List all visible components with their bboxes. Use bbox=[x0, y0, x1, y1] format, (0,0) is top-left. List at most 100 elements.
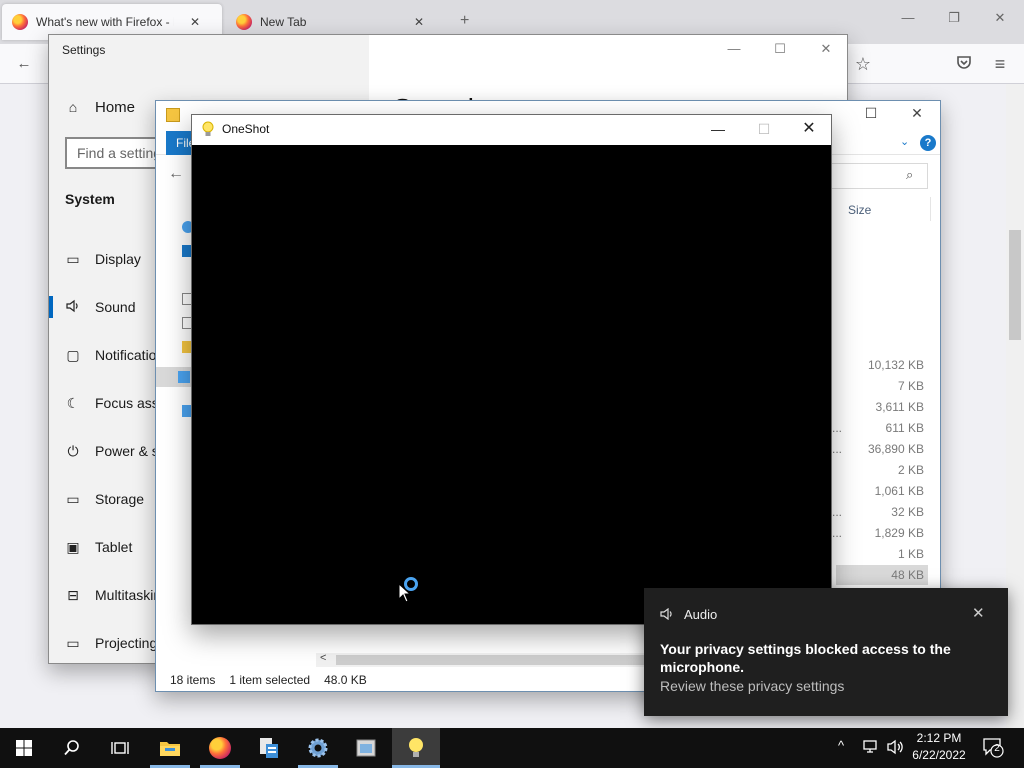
close-button[interactable]: ✕ bbox=[894, 105, 940, 127]
tablet-icon: ▣ bbox=[66, 538, 80, 555]
file-size: 611 KB bbox=[885, 421, 924, 435]
oneshot-window: OneShot — ☐ ✕ bbox=[191, 114, 832, 625]
sidebar-item-label: Tablet bbox=[95, 539, 133, 555]
display-icon: ▭ bbox=[66, 250, 80, 267]
close-icon[interactable]: ✕ bbox=[190, 15, 200, 29]
lightbulb-icon bbox=[409, 738, 423, 757]
search-icon bbox=[64, 740, 79, 756]
hamburger-menu-icon[interactable]: ≡ bbox=[990, 54, 1010, 74]
speaker-icon bbox=[660, 607, 674, 623]
help-icon[interactable]: ? bbox=[920, 135, 936, 151]
volume-icon[interactable] bbox=[886, 738, 904, 756]
window-title: Settings bbox=[62, 43, 106, 57]
selected-nav-item[interactable] bbox=[156, 367, 196, 387]
pocket-icon[interactable] bbox=[954, 54, 974, 74]
firefox-logo-icon bbox=[209, 737, 231, 759]
sidebar-item-storage[interactable]: ▭ Storage bbox=[65, 479, 144, 519]
file-size: 36,890 KB bbox=[867, 442, 924, 456]
power-icon: ⏻ bbox=[67, 442, 79, 459]
taskbar-clock[interactable]: 2:12 PM 6/22/2022 bbox=[908, 730, 970, 764]
sidebar-item-home[interactable]: ⌂ Home bbox=[65, 87, 135, 127]
section-heading: System bbox=[65, 191, 115, 207]
taskbar-firefox[interactable] bbox=[196, 728, 244, 768]
status-bar: 18 items 1 item selected 48.0 KB bbox=[170, 673, 367, 687]
close-button[interactable]: ✕ bbox=[786, 118, 832, 142]
file-size: 2 KB bbox=[897, 463, 924, 477]
multitasking-icon: ⊟ bbox=[67, 586, 79, 603]
file-size: 32 KB bbox=[891, 505, 924, 519]
new-tab-icon[interactable]: + bbox=[460, 12, 469, 30]
network-icon[interactable] bbox=[862, 738, 880, 756]
scroll-left-icon[interactable]: < bbox=[320, 652, 326, 664]
firefox-scrollbar-thumb[interactable] bbox=[1009, 230, 1021, 340]
moon-icon: ☾ bbox=[66, 394, 80, 411]
firefox-restore-button[interactable]: ❐ bbox=[944, 10, 964, 26]
active-indicator bbox=[49, 296, 53, 318]
maximize-button: ☐ bbox=[757, 121, 771, 137]
minimize-button[interactable]: — bbox=[695, 118, 741, 142]
maximize-button[interactable]: ☐ bbox=[848, 105, 894, 127]
clock-date: 6/22/2022 bbox=[912, 748, 966, 762]
review-privacy-settings-link[interactable]: Review these privacy settings bbox=[660, 678, 844, 694]
truncated-text: ... bbox=[832, 526, 843, 540]
speaker-icon bbox=[65, 299, 81, 316]
this-pc-icon[interactable] bbox=[178, 371, 190, 383]
close-icon[interactable]: ✕ bbox=[414, 15, 424, 29]
notification-count-badge: 2 bbox=[994, 743, 1000, 754]
minimize-button[interactable]: — bbox=[711, 41, 757, 61]
back-arrow-icon[interactable]: ← bbox=[168, 165, 184, 183]
file-size: 10,132 KB bbox=[867, 358, 924, 372]
close-icon[interactable]: ✕ bbox=[972, 604, 985, 622]
sidebar-item-multitasking[interactable]: ⊟ Multitasking bbox=[65, 575, 169, 615]
firefox-close-button[interactable]: ✕ bbox=[990, 10, 1010, 26]
file-size: 7 KB bbox=[897, 379, 924, 393]
sidebar-item-tablet[interactable]: ▣ Tablet bbox=[65, 527, 132, 567]
sidebar-item-display[interactable]: ▭ Display bbox=[65, 239, 141, 279]
sidebar-item-sound[interactable]: Sound bbox=[65, 287, 135, 327]
start-button[interactable] bbox=[0, 728, 48, 768]
storage-icon: ▭ bbox=[66, 490, 80, 507]
horizontal-scrollbar-thumb[interactable] bbox=[336, 655, 644, 665]
back-arrow-icon[interactable]: ← bbox=[14, 54, 34, 74]
tab-title: New Tab bbox=[260, 15, 307, 29]
taskbar-settings[interactable] bbox=[294, 728, 342, 768]
file-size: 1,829 KB bbox=[874, 526, 924, 540]
taskbar-app-tool[interactable] bbox=[342, 728, 390, 768]
game-canvas[interactable] bbox=[192, 145, 831, 624]
bookmark-star-icon[interactable]: ☆ bbox=[853, 54, 873, 74]
folder-icon bbox=[166, 108, 180, 122]
firefox-minimize-button[interactable]: — bbox=[898, 10, 918, 25]
maximize-button[interactable]: ☐ bbox=[757, 41, 803, 61]
file-size: 3,611 KB bbox=[875, 400, 924, 414]
windows-logo-icon bbox=[16, 740, 32, 756]
file-size: 48 KB bbox=[891, 568, 924, 582]
folder-icon bbox=[160, 742, 180, 756]
task-view-button[interactable] bbox=[96, 728, 144, 768]
firefox-logo-icon bbox=[12, 14, 28, 30]
search-button[interactable] bbox=[48, 728, 96, 768]
firefox-scrollbar[interactable] bbox=[1006, 84, 1024, 728]
chevron-down-icon[interactable]: ⌄ bbox=[900, 135, 909, 148]
taskbar-file-explorer[interactable] bbox=[146, 728, 194, 768]
column-header-size[interactable]: Size bbox=[848, 203, 871, 217]
sidebar-item-label: Home bbox=[95, 98, 136, 116]
truncated-text: ... bbox=[832, 505, 843, 519]
sidebar-item-label: Sound bbox=[95, 299, 136, 315]
home-icon: ⌂ bbox=[68, 99, 78, 115]
document-app-icon bbox=[260, 738, 278, 758]
task-view-icon bbox=[111, 742, 129, 754]
close-button[interactable]: ✕ bbox=[803, 41, 849, 61]
gear-icon bbox=[308, 738, 328, 758]
action-center-button[interactable]: 2 bbox=[982, 736, 1004, 758]
taskbar-oneshot[interactable] bbox=[392, 728, 440, 768]
sidebar-item-label: Display bbox=[95, 251, 141, 267]
selected-count: 1 item selected bbox=[229, 673, 311, 687]
sidebar-item-label: Storage bbox=[95, 491, 145, 507]
selected-size: 48.0 KB bbox=[324, 673, 367, 687]
firefox-logo-icon bbox=[236, 14, 252, 30]
audio-notification-toast[interactable]: Audio ✕ Your privacy settings blocked ac… bbox=[644, 588, 1008, 716]
column-divider[interactable] bbox=[930, 197, 931, 221]
mouse-cursor-icon bbox=[398, 582, 412, 603]
taskbar-app-documents[interactable] bbox=[244, 728, 292, 768]
show-hidden-icons-chevron-icon[interactable]: ^ bbox=[838, 738, 844, 753]
